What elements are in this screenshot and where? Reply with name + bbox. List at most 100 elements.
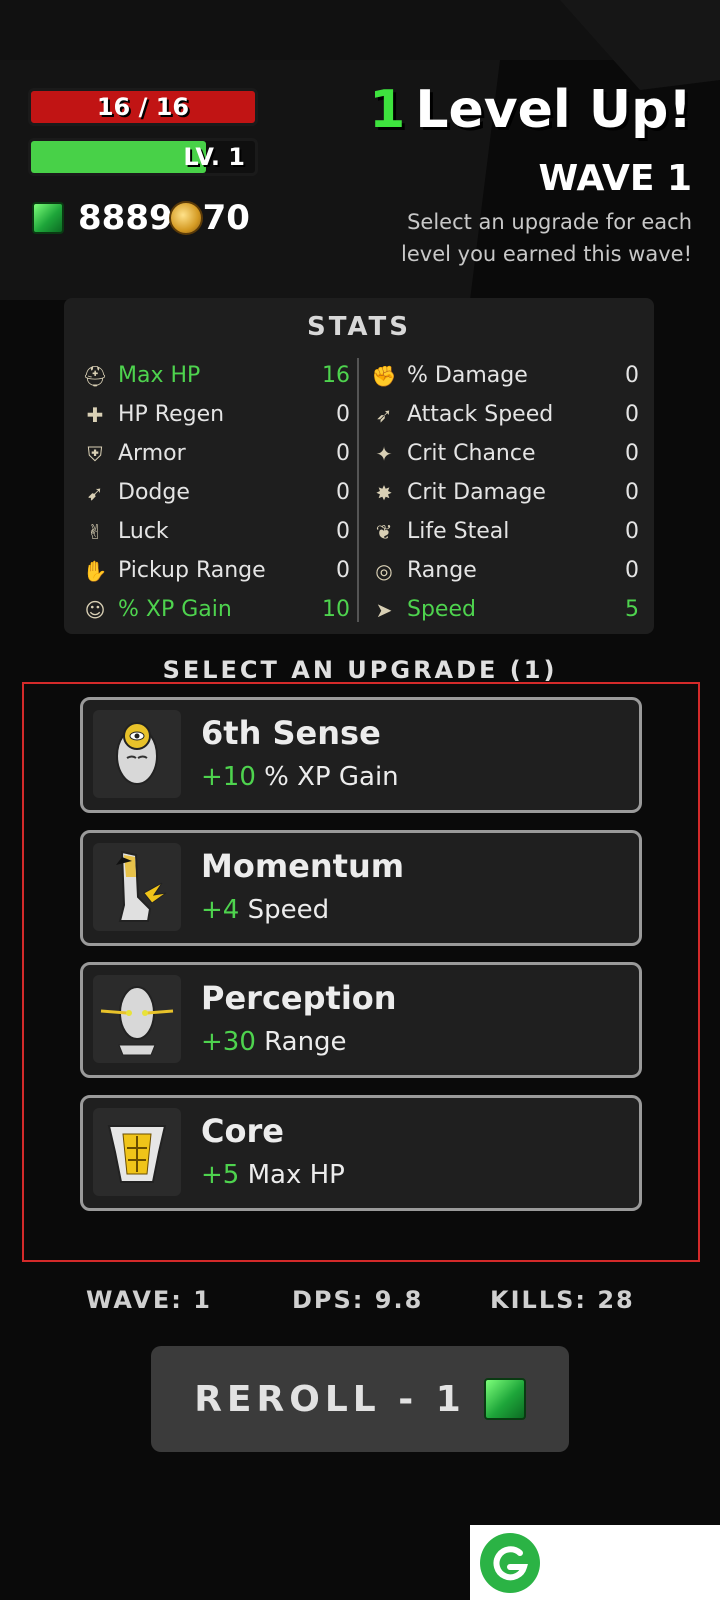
attack-speed-icon: ➶ xyxy=(375,402,393,427)
currency-amount-2: 70 xyxy=(202,198,250,238)
upgrade-amount: +10 xyxy=(201,762,256,792)
upgrade-stat: % XP Gain xyxy=(255,762,399,792)
muscle-icon: ✊ xyxy=(371,363,397,388)
stat-label: HP Regen xyxy=(118,402,225,427)
hp-bar: 16 / 16 xyxy=(28,88,258,126)
stat-value: 0 xyxy=(625,441,639,466)
stat-value: 0 xyxy=(625,558,639,583)
helmet-icon: ⛑ xyxy=(82,363,108,388)
stat-value: 16 xyxy=(322,363,350,388)
range-icon: ◎ xyxy=(375,558,393,583)
upgrade-section-title: SELECT AN UPGRADE (1) xyxy=(162,656,558,684)
reroll-label: REROLL - 1 xyxy=(194,1378,466,1420)
stat-label: Attack Speed xyxy=(407,402,554,427)
footer-kills: KILLS: 28 xyxy=(490,1286,635,1314)
upgrade-effect: +4 Speed xyxy=(201,895,329,925)
upgrade-amount: +5 xyxy=(201,1160,240,1190)
life-steal-icon: ❦ xyxy=(375,519,393,544)
speed-icon: ➤ xyxy=(375,597,393,622)
coin-icon xyxy=(168,201,203,235)
stat-value: 0 xyxy=(625,480,639,505)
regen-icon: ✚ xyxy=(86,402,104,427)
torso-icon xyxy=(93,1108,181,1196)
stat-row: ✚ HP Regen 0 xyxy=(80,395,350,434)
stat-label: Crit Damage xyxy=(407,480,546,505)
dodge-icon: ➹ xyxy=(86,480,104,505)
crit-damage-icon: ✸ xyxy=(375,480,393,505)
luck-icon: ✌ xyxy=(86,519,104,544)
level-bar: LV. 1 xyxy=(28,138,258,176)
game-screen: { "hud": { "hp_text": "16 / 16", "level_… xyxy=(0,0,720,1600)
xp-icon: ☺ xyxy=(84,597,106,622)
stats-divider xyxy=(357,358,359,622)
third-eye-head-icon xyxy=(93,710,181,798)
currency: 8889 70 xyxy=(32,198,250,238)
stat-row: ➹ Dodge 0 xyxy=(80,473,350,512)
stat-label: Range xyxy=(407,558,477,583)
stat-label: Armor xyxy=(118,441,186,466)
winged-leg-icon xyxy=(93,843,181,931)
stat-row: ➶ Attack Speed 0 xyxy=(369,395,639,434)
upgrade-amount: +4 xyxy=(201,895,240,925)
stat-row: ✸ Crit Damage 0 xyxy=(369,473,639,512)
levelup-title: 1 Level Up! xyxy=(369,80,692,140)
upgrade-name: 6th Sense xyxy=(201,714,381,752)
stats-right-column: ✊ % Damage 0 ➶ Attack Speed 0 ✦ Crit Chance 0 ✸ Cr… xyxy=(369,356,639,629)
currency-amount: 8889 xyxy=(78,198,173,238)
upgrade-stat: Max HP xyxy=(239,1160,345,1190)
stat-row: ➤ Speed 5 xyxy=(369,590,639,629)
stats-panel: STATS ⛑ Max HP 16 ✚ HP Regen 0 ⛨ Armor 0 ➹ Dodge 0 ✌… xyxy=(64,298,654,634)
gem-icon xyxy=(483,1378,526,1420)
upgrade-name: Core xyxy=(201,1112,284,1150)
stats-title: STATS xyxy=(306,312,411,342)
stat-value: 0 xyxy=(336,480,350,505)
stat-value: 0 xyxy=(625,363,639,388)
upgrade-card[interactable]: Momentum +4 Speed xyxy=(80,830,642,946)
stat-row: ✊ % Damage 0 xyxy=(369,356,639,395)
hp-text: 16 / 16 xyxy=(96,93,190,121)
stat-label: % Damage xyxy=(407,363,528,388)
footer-wave: WAVE: 1 xyxy=(86,1286,212,1314)
stat-value: 5 xyxy=(625,597,639,622)
wave-title: WAVE 1 xyxy=(538,158,692,199)
upgrade-name: Perception xyxy=(201,979,397,1017)
armor-icon: ⛨ xyxy=(87,441,103,466)
level-text: LV. 1 xyxy=(183,143,245,171)
stat-value: 10 xyxy=(322,597,350,622)
glowing-eyes-head-icon xyxy=(93,975,181,1063)
stat-value: 0 xyxy=(625,402,639,427)
reroll-button[interactable]: REROLL - 1 xyxy=(151,1346,569,1452)
stat-label: Crit Chance xyxy=(407,441,536,466)
stat-value: 0 xyxy=(336,441,350,466)
crit-chance-icon: ✦ xyxy=(375,441,393,466)
watermark-logo-icon xyxy=(480,1533,540,1593)
upgrade-card[interactable]: Perception +30 Range xyxy=(80,962,642,1078)
footer-dps: DPS: 9.8 xyxy=(292,1286,424,1314)
levelup-label: Level Up! xyxy=(415,80,692,140)
stat-value: 0 xyxy=(625,519,639,544)
stat-row: ✌ Luck 0 xyxy=(80,512,350,551)
stat-label: Dodge xyxy=(118,480,190,505)
upgrade-card[interactable]: 6th Sense +10 % XP Gain xyxy=(80,697,642,813)
stat-label: Life Steal xyxy=(407,519,510,544)
stat-label: Luck xyxy=(118,519,169,544)
stat-row: ✋ Pickup Range 0 xyxy=(80,551,350,590)
stat-label: Max HP xyxy=(118,363,201,388)
upgrade-amount: +30 xyxy=(201,1027,256,1057)
stat-value: 0 xyxy=(336,519,350,544)
stat-value: 0 xyxy=(336,402,350,427)
gem-icon xyxy=(32,202,64,234)
stat-row: ✦ Crit Chance 0 xyxy=(369,434,639,473)
stat-label: Speed xyxy=(407,597,476,622)
watermark xyxy=(470,1525,720,1600)
pickup-icon: ✋ xyxy=(82,558,108,583)
stat-row: ❦ Life Steal 0 xyxy=(369,512,639,551)
upgrade-card[interactable]: Core +5 Max HP xyxy=(80,1095,642,1211)
upgrade-stat: Speed xyxy=(239,895,330,925)
upgrade-effect: +5 Max HP xyxy=(201,1160,345,1190)
levelup-count: 1 xyxy=(369,80,406,140)
stat-label: % XP Gain xyxy=(118,597,232,622)
upgrade-effect: +30 Range xyxy=(201,1027,347,1057)
stat-label: Pickup Range xyxy=(118,558,266,583)
stat-row: ⛑ Max HP 16 xyxy=(80,356,350,395)
